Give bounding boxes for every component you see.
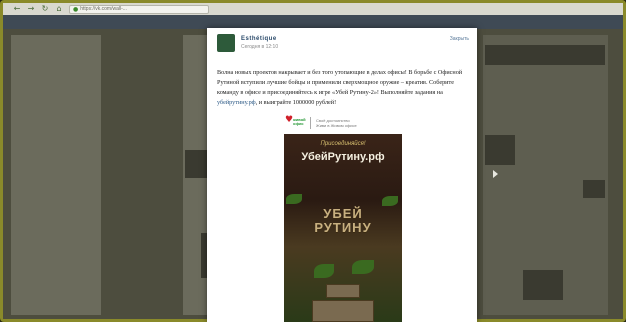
next-arrow-icon[interactable] <box>493 170 498 178</box>
leaf-decoration <box>382 196 398 206</box>
leaf-decoration <box>352 260 374 274</box>
home-icon[interactable]: ⌂ <box>55 5 63 13</box>
feed-thumbnail <box>583 180 605 198</box>
left-menu <box>11 35 101 315</box>
reload-icon[interactable]: ↻ <box>41 5 49 13</box>
stone-block <box>312 300 374 322</box>
leaf-decoration <box>314 264 334 278</box>
post-link[interactable]: убейрутину.рф <box>217 99 256 106</box>
post-text: Волна новых проектов накрывает и без тог… <box>217 68 469 108</box>
site-header <box>3 15 623 29</box>
poster-join-text: Присоединяйся! <box>320 141 366 147</box>
divider <box>310 117 311 129</box>
back-arrow-icon[interactable]: ← <box>13 5 21 13</box>
post-header: Esthétique Сегодня в 12:10 <box>217 34 278 52</box>
feed-thumbnail <box>185 150 207 178</box>
feed-thumbnail <box>523 270 563 300</box>
feed-thumbnail <box>485 45 605 65</box>
post-image[interactable]: Присоединяйся! УбейРутину.рф УБЕЙ РУТИНУ <box>284 134 402 322</box>
address-bar[interactable]: ● https://vk.com/wall-... <box>69 4 209 14</box>
browser-toolbar: ← → ↻ ⌂ ● https://vk.com/wall-... <box>3 3 623 15</box>
stone-block <box>326 284 360 298</box>
url-text: https://vk.com/wall-... <box>80 6 127 12</box>
post-author[interactable]: Esthétique <box>241 36 278 42</box>
heart-icon: ♥ <box>285 115 294 125</box>
forward-arrow-icon[interactable]: → <box>27 5 35 13</box>
post-time[interactable]: Сегодня в 12:10 <box>241 44 278 50</box>
brand-logo: ♥ живой офис <box>285 115 306 126</box>
poster-url: УбейРутину.рф <box>301 151 385 163</box>
leaf-decoration <box>286 194 302 204</box>
feed-thumbnail <box>485 135 515 165</box>
lock-icon: ● <box>73 5 79 13</box>
avatar[interactable] <box>217 34 235 52</box>
poster-game-title: УБЕЙ РУТИНУ <box>314 206 372 235</box>
post-modal: Esthétique Сегодня в 12:10 Закрыть Волна… <box>207 28 477 322</box>
post-text-end: , и выиграйте 1000000 рублей! <box>255 99 337 106</box>
post-text-body: Волна новых проектов накрывает и без тог… <box>217 69 463 96</box>
close-button[interactable]: Закрыть <box>450 36 469 42</box>
promo-header: ♥ живой офис Своё достоинство Живи в Жив… <box>285 115 357 129</box>
promo-note: Своё достоинство Живи в Живом офисе <box>316 118 357 128</box>
